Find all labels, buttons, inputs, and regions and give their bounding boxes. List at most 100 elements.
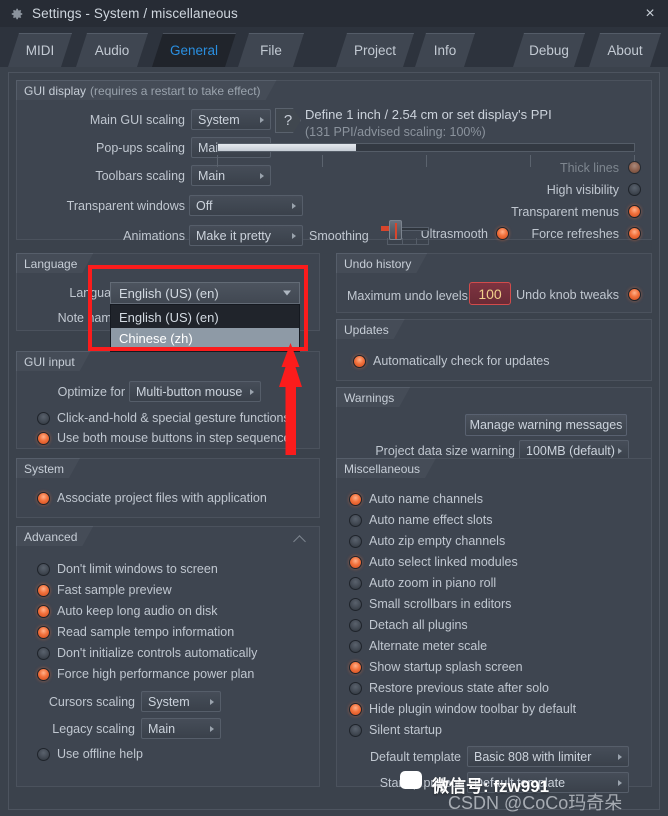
chevron-right-icon (210, 725, 214, 732)
toggle-label-read-sample-tempo: Read sample tempo information (57, 625, 235, 639)
toggle-auto-name-effect-slots[interactable] (349, 514, 362, 527)
close-icon[interactable]: × (640, 4, 660, 24)
help-button[interactable]: ? (275, 108, 301, 133)
label-toolbars-scaling: Toolbars scaling (95, 169, 185, 183)
toggle-auto-check-updates[interactable] (353, 355, 366, 368)
input-max-undo-levels[interactable]: 100 (469, 282, 511, 305)
toggle-click-and-hold[interactable] (37, 412, 50, 425)
combo-default-template[interactable]: Basic 808 with limiter (467, 746, 629, 767)
ppi-slider[interactable] (217, 143, 635, 152)
toggle-label-show-startup-splash: Show startup splash screen (369, 660, 523, 674)
smoothing-handle[interactable] (389, 220, 402, 240)
toggle-auto-zip-empty-channels[interactable] (349, 535, 362, 548)
toggle-transparent-menus[interactable] (628, 205, 641, 218)
toggle-thick-lines[interactable] (628, 161, 641, 174)
toggle-label-auto-select-linked-modules: Auto select linked modules (369, 555, 518, 569)
group-title-text: Language (24, 256, 78, 271)
toggle-label-thick-lines: Thick lines (559, 161, 619, 175)
group-title-text: Updates (344, 322, 389, 337)
toggle-auto-zoom-piano-roll[interactable] (349, 577, 362, 590)
label-main-gui-scaling: Main GUI scaling (89, 113, 185, 127)
toggle-label-dont-limit-windows: Don't limit windows to screen (57, 562, 218, 576)
label-animations: Animations (123, 229, 185, 243)
language-option-english[interactable]: English (US) (en) (111, 307, 299, 328)
chevron-right-icon (292, 202, 296, 209)
tab-file[interactable]: File (238, 33, 304, 67)
toggle-both-mouse-buttons[interactable] (37, 432, 50, 445)
language-dropdown-toggle[interactable]: English (US) (en) (110, 282, 300, 304)
label-optimize-for: Optimize for (57, 385, 125, 399)
group-undo-history: Undo history Maximum undo levels 100 Und… (336, 253, 652, 313)
group-updates: Updates Automatically check for updates (336, 319, 652, 381)
combo-cursors-scaling[interactable]: System (141, 691, 221, 712)
tab-bar: MIDI Audio General File Project Info Deb… (0, 27, 668, 67)
tab-info[interactable]: Info (415, 33, 475, 67)
group-gui-input-title: GUI input (16, 351, 91, 371)
toggle-fast-sample-preview[interactable] (37, 584, 50, 597)
combo-startup-project[interactable]: Default template (467, 772, 629, 793)
toggle-read-sample-tempo[interactable] (37, 626, 50, 639)
toggle-auto-select-linked-modules[interactable] (349, 556, 362, 569)
toggle-label-both-mouse-buttons: Use both mouse buttons in step sequencer (57, 431, 295, 445)
combo-transparent-windows[interactable]: Off (189, 195, 303, 216)
toggle-ultrasmooth[interactable] (496, 227, 509, 240)
toggle-label-auto-name-effect-slots: Auto name effect slots (369, 513, 493, 527)
toggle-label-transparent-menus: Transparent menus (511, 205, 619, 219)
group-undo-history-title: Undo history (336, 253, 427, 273)
toggle-auto-name-channels[interactable] (349, 493, 362, 506)
toggle-show-startup-splash[interactable] (349, 661, 362, 674)
toggle-restore-previous-state[interactable] (349, 682, 362, 695)
language-dropdown-list[interactable]: English (US) (en) Chinese (zh) (110, 304, 300, 352)
combo-optimize-for[interactable]: Multi-button mouse (129, 381, 261, 402)
toggle-label-force-high-performance: Force high performance power plan (57, 667, 255, 681)
group-system: System Associate project files with appl… (16, 458, 320, 518)
tab-project[interactable]: Project (336, 33, 414, 67)
toggle-label-auto-name-channels: Auto name channels (369, 492, 483, 506)
group-title-text: GUI display (24, 83, 87, 98)
combo-transparent-windows-value: Off (196, 198, 213, 213)
group-advanced-title: Advanced (16, 526, 93, 546)
toggle-high-visibility[interactable] (628, 183, 641, 196)
toggle-associate-project-files[interactable] (37, 492, 50, 505)
chevron-right-icon (292, 232, 296, 239)
group-title-text: Warnings (344, 390, 395, 405)
combo-legacy-scaling[interactable]: Main (141, 718, 221, 739)
toggle-force-high-performance[interactable] (37, 668, 50, 681)
language-option-chinese[interactable]: Chinese (zh) (111, 328, 299, 349)
combo-main-gui-scaling[interactable]: System (191, 109, 271, 130)
chevron-down-icon (283, 290, 291, 296)
toggle-force-refreshes[interactable] (628, 227, 641, 240)
tab-debug[interactable]: Debug (513, 33, 585, 67)
group-title-text: Undo history (344, 256, 412, 271)
toggle-dont-limit-windows[interactable] (37, 563, 50, 576)
combo-animations[interactable]: Make it pretty (189, 225, 303, 246)
toggle-auto-keep-long-audio[interactable] (37, 605, 50, 618)
combo-main-gui-scaling-value: System (198, 112, 240, 127)
toggle-small-scrollbars[interactable] (349, 598, 362, 611)
manage-warnings-button[interactable]: Manage warning messages (465, 414, 627, 436)
group-miscellaneous: Miscellaneous Auto name channels Auto na… (336, 458, 652, 793)
toggle-label-small-scrollbars: Small scrollbars in editors (369, 597, 512, 611)
toggle-hide-plugin-toolbar[interactable] (349, 703, 362, 716)
toggle-label-auto-check-updates: Automatically check for updates (373, 354, 550, 368)
toggle-undo-knob-tweaks[interactable] (628, 288, 641, 301)
smoothing-slider[interactable] (381, 220, 436, 246)
tab-midi[interactable]: MIDI (8, 33, 72, 67)
toggle-dont-initialize-controls[interactable] (37, 647, 50, 660)
toggle-use-offline-help[interactable] (37, 748, 50, 761)
smoothing-scale (387, 238, 429, 245)
chevron-up-icon[interactable] (295, 535, 307, 543)
gear-icon (11, 8, 23, 19)
settings-body: GUI display (requires a restart to take … (0, 67, 668, 816)
toggle-label-auto-keep-long-audio: Auto keep long audio on disk (57, 604, 218, 618)
toggle-alternate-meter-scale[interactable] (349, 640, 362, 653)
toggle-detach-all-plugins[interactable] (349, 619, 362, 632)
tab-audio[interactable]: Audio (76, 33, 148, 67)
combo-cursors-scaling-value: System (148, 694, 190, 709)
toggle-label-hide-plugin-toolbar: Hide plugin window toolbar by default (369, 702, 577, 716)
combo-toolbars-scaling[interactable]: Main (191, 165, 271, 186)
tab-about[interactable]: About (589, 33, 661, 67)
tab-general[interactable]: General (152, 33, 236, 67)
ppi-subline: (131 PPI/advised scaling: 100%) (305, 125, 486, 139)
toggle-silent-startup[interactable] (349, 724, 362, 737)
